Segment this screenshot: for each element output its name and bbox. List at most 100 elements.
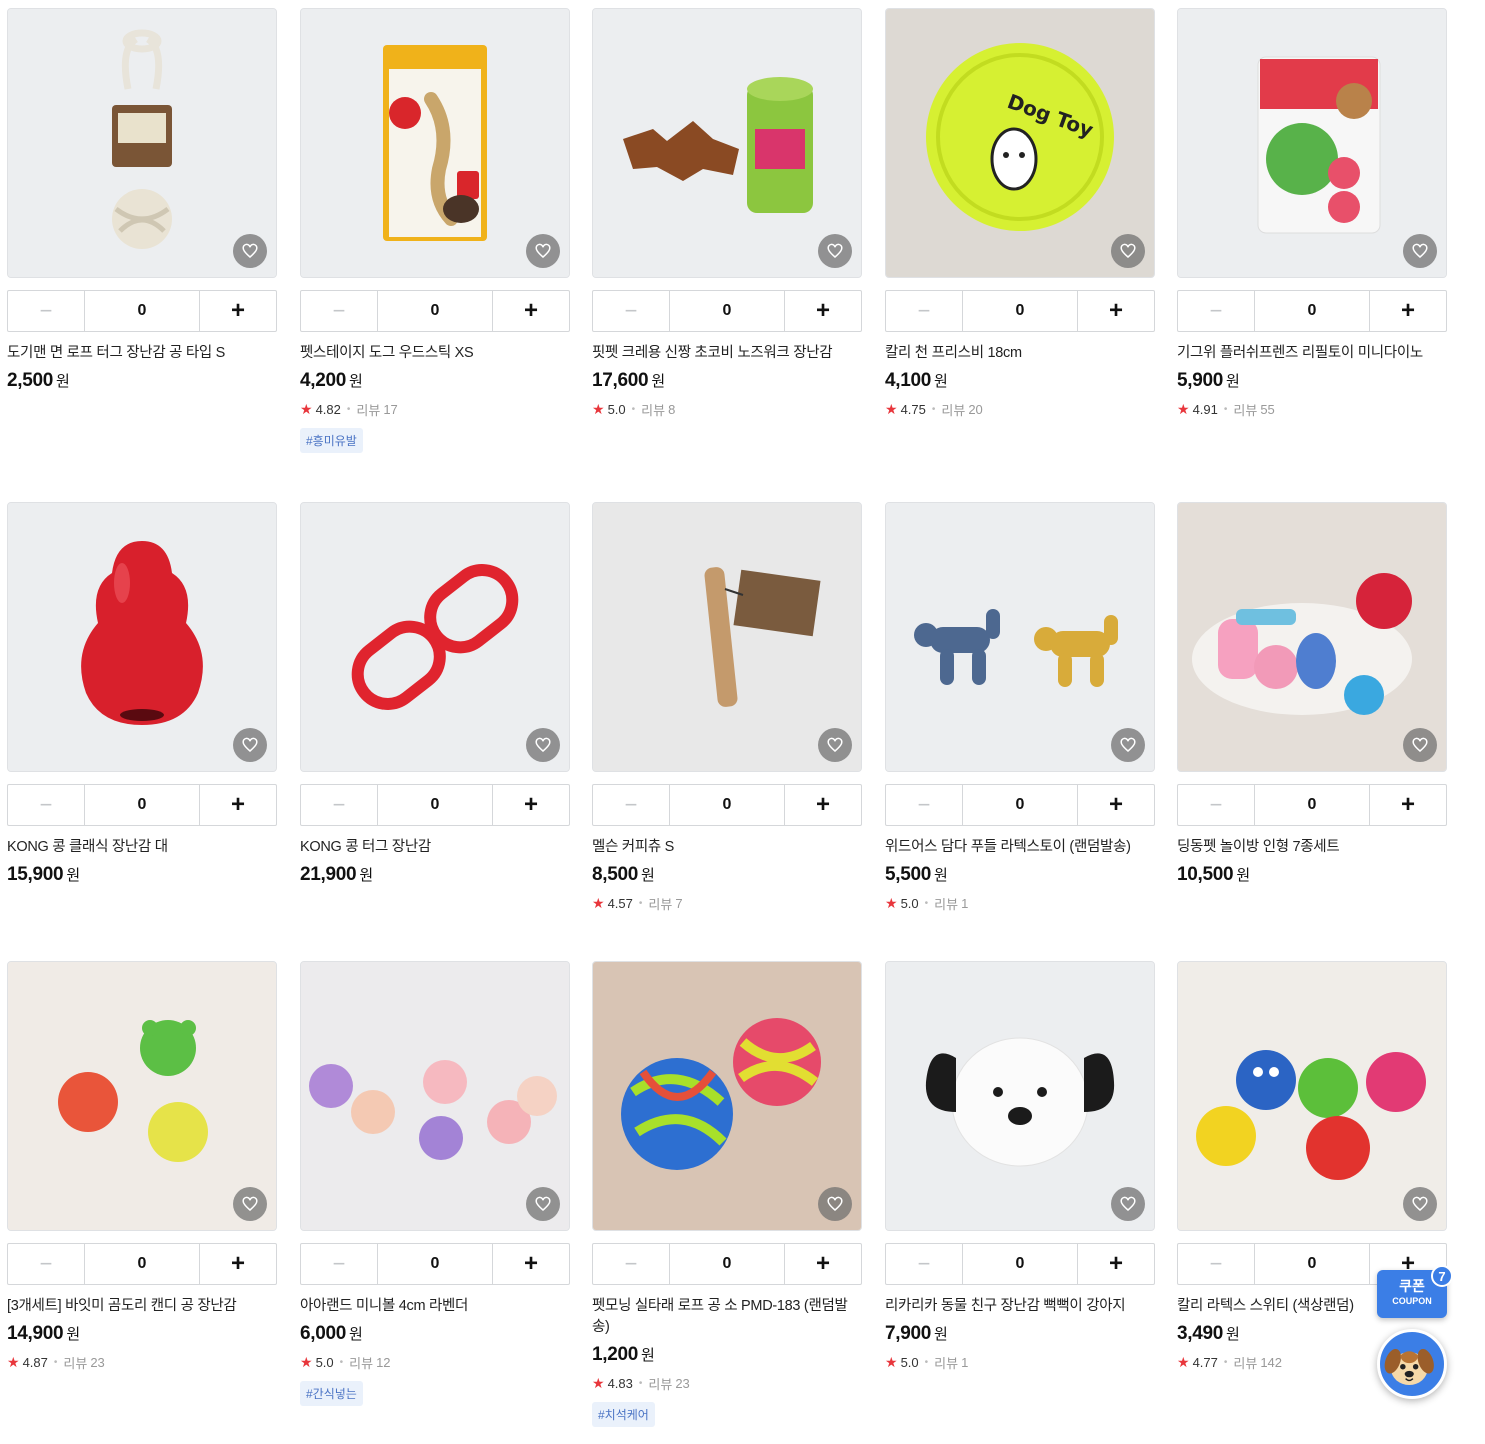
wishlist-heart-button[interactable] [1403, 234, 1437, 268]
decrease-quantity-button[interactable]: − [301, 785, 378, 825]
product-card[interactable]: −0 + 멜슨 커피츄 S 8,500 원 ★ 4.57 • 리뷰 7 [592, 502, 862, 913]
product-card[interactable]: −0 + 리카리카 동물 친구 장난감 뻑뻑이 강아지 7,900 원 ★ 5.0 • 리뷰 1 [885, 961, 1155, 1372]
product-card[interactable]: Dog Toy −0 + 칼리 천 프리스비 18cm 4,100 원 ★ 4.75 • 리뷰 20 [885, 8, 1155, 419]
product-card[interactable]: −0 + 딩동펫 놀이방 인형 7종세트 10,500 원 [1177, 502, 1447, 886]
increase-quantity-button[interactable]: + [1369, 785, 1446, 825]
product-image[interactable] [7, 502, 277, 772]
increase-quantity-button[interactable]: + [492, 1244, 569, 1284]
product-name[interactable]: 도기맨 면 로프 터그 장난감 공 타입 S [7, 343, 277, 364]
product-hashtag[interactable]: #흥미유발 [300, 428, 363, 453]
product-name[interactable]: 딩동펫 놀이방 인형 7종세트 [1177, 837, 1447, 858]
decrease-quantity-button[interactable]: − [8, 785, 85, 825]
product-image[interactable] [592, 8, 862, 278]
product-card[interactable]: −0 + 핏펫 크레용 신짱 초코비 노즈워크 장난감 17,600 원 ★ 5.0 • 리뷰 8 [592, 8, 862, 419]
increase-quantity-button[interactable]: + [492, 785, 569, 825]
increase-quantity-button[interactable]: + [1077, 785, 1154, 825]
wishlist-heart-button[interactable] [1111, 1187, 1145, 1221]
decrease-quantity-button[interactable]: − [886, 291, 963, 331]
decrease-quantity-button[interactable]: − [301, 1244, 378, 1284]
wishlist-heart-button[interactable] [233, 1187, 267, 1221]
wishlist-heart-button[interactable] [818, 728, 852, 762]
product-card[interactable]: −0 + 도기맨 면 로프 터그 장난감 공 타입 S 2,500 원 [7, 8, 277, 392]
wishlist-heart-button[interactable] [233, 234, 267, 268]
quantity-value[interactable]: 0 [1255, 291, 1369, 331]
quantity-value[interactable]: 0 [670, 785, 784, 825]
product-image[interactable] [592, 961, 862, 1231]
product-image[interactable] [885, 961, 1155, 1231]
product-image[interactable] [300, 8, 570, 278]
quantity-value[interactable]: 0 [670, 291, 784, 331]
product-name[interactable]: 펫모닝 실타래 로프 공 소 PMD-183 (랜덤발송) [592, 1296, 862, 1338]
decrease-quantity-button[interactable]: − [593, 1244, 670, 1284]
decrease-quantity-button[interactable]: − [8, 291, 85, 331]
dog-mascot-chat-button[interactable] [1377, 1329, 1447, 1399]
quantity-value[interactable]: 0 [85, 1244, 199, 1284]
product-image[interactable] [7, 8, 277, 278]
quantity-value[interactable]: 0 [378, 291, 492, 331]
product-name[interactable]: 칼리 천 프리스비 18cm [885, 343, 1155, 364]
wishlist-heart-button[interactable] [526, 234, 560, 268]
product-name[interactable]: [3개세트] 바잇미 곰도리 캔디 공 장난감 [7, 1296, 277, 1317]
product-hashtag[interactable]: #간식넣는 [300, 1381, 363, 1406]
quantity-value[interactable]: 0 [670, 1244, 784, 1284]
product-hashtag[interactable]: #치석케어 [592, 1402, 655, 1427]
increase-quantity-button[interactable]: + [199, 1244, 276, 1284]
product-name[interactable]: 위드어스 담다 푸들 라텍스토이 (랜덤발송) [885, 837, 1155, 858]
product-card[interactable]: −0 + 기그위 플러쉬프렌즈 리필토이 미니다이노 5,900 원 ★ 4.91 • 리뷰 55 [1177, 8, 1447, 419]
product-image[interactable] [7, 961, 277, 1231]
quantity-value[interactable]: 0 [963, 785, 1077, 825]
decrease-quantity-button[interactable]: − [8, 1244, 85, 1284]
product-image[interactable] [885, 502, 1155, 772]
increase-quantity-button[interactable]: + [492, 291, 569, 331]
decrease-quantity-button[interactable]: − [301, 291, 378, 331]
quantity-value[interactable]: 0 [963, 1244, 1077, 1284]
decrease-quantity-button[interactable]: − [593, 291, 670, 331]
product-name[interactable]: 기그위 플러쉬프렌즈 리필토이 미니다이노 [1177, 343, 1447, 364]
increase-quantity-button[interactable]: + [784, 785, 861, 825]
product-name[interactable]: 멜슨 커피츄 S [592, 837, 862, 858]
product-card[interactable]: −0 + [3개세트] 바잇미 곰도리 캔디 공 장난감 14,900 원 ★ 4.87 • 리… [7, 961, 277, 1372]
increase-quantity-button[interactable]: + [1369, 291, 1446, 331]
increase-quantity-button[interactable]: + [1077, 1244, 1154, 1284]
product-card[interactable]: −0 + 펫스테이지 도그 우드스틱 XS 4,200 원 ★ 4.82 • 리뷰 17 #흥미유발 [300, 8, 570, 453]
quantity-value[interactable]: 0 [963, 291, 1077, 331]
product-image[interactable]: Dog Toy [885, 8, 1155, 278]
quantity-value[interactable]: 0 [378, 1244, 492, 1284]
wishlist-heart-button[interactable] [526, 728, 560, 762]
wishlist-heart-button[interactable] [526, 1187, 560, 1221]
product-card[interactable]: −0 + 위드어스 담다 푸들 라텍스토이 (랜덤발송) 5,500 원 ★ 5.0 • 리뷰 1 [885, 502, 1155, 913]
increase-quantity-button[interactable]: + [784, 291, 861, 331]
product-name[interactable]: 리카리카 동물 친구 장난감 뻑뻑이 강아지 [885, 1296, 1155, 1317]
quantity-value[interactable]: 0 [85, 785, 199, 825]
decrease-quantity-button[interactable]: − [1178, 785, 1255, 825]
increase-quantity-button[interactable]: + [784, 1244, 861, 1284]
increase-quantity-button[interactable]: + [199, 785, 276, 825]
product-name[interactable]: KONG 콩 클래식 장난감 대 [7, 837, 277, 858]
product-image[interactable] [592, 502, 862, 772]
quantity-value[interactable]: 0 [85, 291, 199, 331]
quantity-value[interactable]: 0 [1255, 785, 1369, 825]
wishlist-heart-button[interactable] [818, 1187, 852, 1221]
increase-quantity-button[interactable]: + [199, 291, 276, 331]
increase-quantity-button[interactable]: + [1077, 291, 1154, 331]
decrease-quantity-button[interactable]: − [886, 1244, 963, 1284]
wishlist-heart-button[interactable] [818, 234, 852, 268]
wishlist-heart-button[interactable] [1403, 1187, 1437, 1221]
quantity-value[interactable]: 0 [1255, 1244, 1369, 1284]
product-card[interactable]: −0 + 펫모닝 실타래 로프 공 소 PMD-183 (랜덤발송) 1,200 원 ★ 4… [592, 961, 862, 1427]
product-name[interactable]: 핏펫 크레용 신짱 초코비 노즈워크 장난감 [592, 343, 862, 364]
product-image[interactable] [1177, 961, 1447, 1231]
decrease-quantity-button[interactable]: − [1178, 1244, 1255, 1284]
decrease-quantity-button[interactable]: − [1178, 291, 1255, 331]
quantity-value[interactable]: 0 [378, 785, 492, 825]
wishlist-heart-button[interactable] [1403, 728, 1437, 762]
product-card[interactable]: −0 + 아아랜드 미니볼 4cm 라벤더 6,000 원 ★ 5.0 • 리뷰 12 #간식넣는 [300, 961, 570, 1406]
product-name[interactable]: 펫스테이지 도그 우드스틱 XS [300, 343, 570, 364]
product-name[interactable]: KONG 콩 터그 장난감 [300, 837, 570, 858]
product-card[interactable]: −0 + KONG 콩 클래식 장난감 대 15,900 원 [7, 502, 277, 886]
product-name[interactable]: 아아랜드 미니볼 4cm 라벤더 [300, 1296, 570, 1317]
product-image[interactable] [1177, 8, 1447, 278]
decrease-quantity-button[interactable]: − [886, 785, 963, 825]
product-image[interactable] [300, 961, 570, 1231]
wishlist-heart-button[interactable] [1111, 234, 1145, 268]
